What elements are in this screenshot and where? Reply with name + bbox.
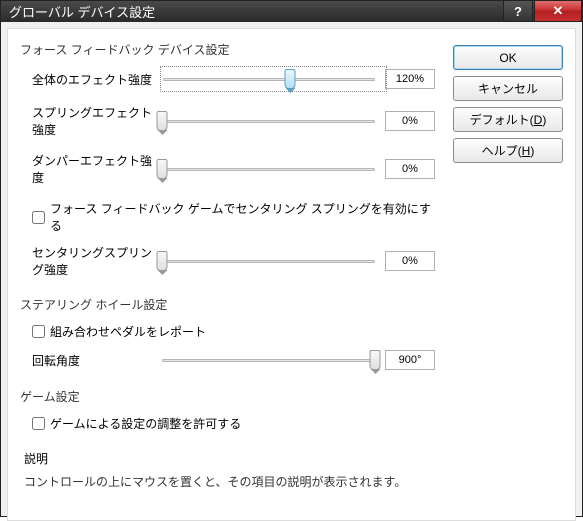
titlebar-help-button[interactable]: ?	[503, 1, 533, 22]
spring-effect-label: スプリングエフェクト強度	[32, 104, 162, 138]
help-section-title: 説明	[24, 450, 441, 467]
dialog-body: フォース フィードバック デバイス設定 全体のエフェクト強度 120% スプリン…	[7, 28, 576, 521]
game-allow-label: ゲームによる設定の調整を許可する	[50, 415, 241, 432]
main-panel: フォース フィードバック デバイス設定 全体のエフェクト強度 120% スプリン…	[20, 41, 441, 508]
ffb-section: フォース フィードバック デバイス設定 全体のエフェクト強度 120% スプリン…	[20, 41, 441, 278]
dialog-window: グローバル デバイス設定 ? ✕ フォース フィードバック デバイス設定 全体の…	[0, 0, 583, 517]
titlebar-close-button[interactable]: ✕	[534, 1, 582, 22]
damper-effect-slider[interactable]	[162, 159, 375, 179]
centering-spring-slider[interactable]	[162, 251, 375, 271]
combined-pedals-label: 組み合わせペダルをレポート	[50, 323, 206, 340]
rotation-value: 900°	[385, 350, 435, 370]
damper-effect-value: 0%	[385, 159, 435, 179]
centering-enable-row: フォース フィードバック ゲームでセンタリング スプリングを有効にする	[32, 200, 441, 234]
centering-spring-label: センタリングスプリング強度	[32, 244, 162, 278]
combined-pedals-checkbox[interactable]	[32, 325, 45, 338]
damper-effect-label: ダンパーエフェクト強度	[32, 152, 162, 186]
rotation-label: 回転角度	[32, 352, 162, 369]
window-title: グローバル デバイス設定	[9, 2, 502, 21]
cancel-button[interactable]: キャンセル	[453, 76, 563, 101]
game-section: ゲーム設定 ゲームによる設定の調整を許可する	[20, 388, 441, 432]
rotation-row: 回転角度 900°	[32, 350, 441, 370]
centering-spring-row: センタリングスプリング強度 0%	[32, 244, 441, 278]
button-panel: OK キャンセル デフォルト(D) ヘルプ(H)	[453, 41, 563, 508]
help-text: コントロールの上にマウスを置くと、その項目の説明が表示されます。	[24, 473, 441, 490]
spring-effect-value: 0%	[385, 111, 435, 131]
spring-effect-slider[interactable]	[162, 111, 375, 131]
game-section-title: ゲーム設定	[20, 388, 441, 405]
defaults-button[interactable]: デフォルト(D)	[453, 107, 563, 132]
overall-effect-label: 全体のエフェクト強度	[32, 71, 162, 88]
spring-effect-row: スプリングエフェクト強度 0%	[32, 104, 441, 138]
combined-pedals-row: 組み合わせペダルをレポート	[32, 323, 441, 340]
titlebar[interactable]: グローバル デバイス設定 ? ✕	[1, 1, 582, 22]
help-section: 説明 コントロールの上にマウスを置くと、その項目の説明が表示されます。	[20, 450, 441, 490]
centering-spring-value: 0%	[385, 251, 435, 271]
overall-effect-value: 120%	[385, 69, 435, 89]
game-allow-checkbox[interactable]	[32, 417, 45, 430]
centering-enable-label: フォース フィードバック ゲームでセンタリング スプリングを有効にする	[50, 200, 441, 234]
help-button[interactable]: ヘルプ(H)	[453, 138, 563, 163]
centering-enable-checkbox[interactable]	[32, 211, 45, 224]
overall-effect-row: 全体のエフェクト強度 120%	[32, 68, 441, 90]
game-allow-row: ゲームによる設定の調整を許可する	[32, 415, 441, 432]
rotation-slider[interactable]	[162, 350, 375, 370]
ffb-section-title: フォース フィードバック デバイス設定	[20, 41, 441, 58]
damper-effect-row: ダンパーエフェクト強度 0%	[32, 152, 441, 186]
wheel-section: ステアリング ホイール設定 組み合わせペダルをレポート 回転角度 900°	[20, 296, 441, 370]
overall-effect-slider[interactable]	[163, 69, 375, 89]
ok-button[interactable]: OK	[453, 45, 563, 70]
wheel-section-title: ステアリング ホイール設定	[20, 296, 441, 313]
